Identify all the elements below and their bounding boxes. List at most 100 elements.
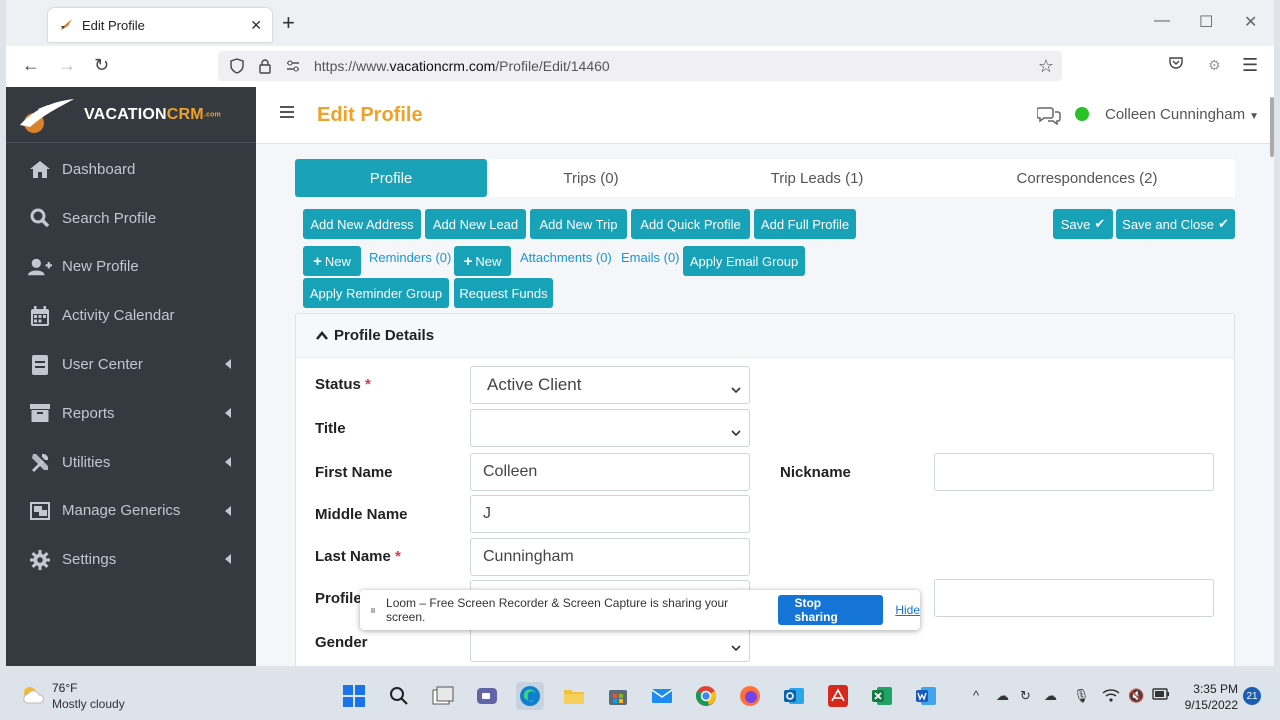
sync-icon[interactable]: ↻ xyxy=(1020,688,1031,704)
title-select[interactable] xyxy=(470,409,750,447)
sidebar-item-new-profile[interactable]: New Profile xyxy=(6,243,256,292)
tab-profile[interactable]: Profile xyxy=(295,159,487,197)
minimize-icon[interactable]: — xyxy=(1154,12,1170,30)
address-bar[interactable]: https://www.vacationcrm.com/Profile/Edit… xyxy=(218,51,1062,81)
profile-details-header[interactable]: Profile Details xyxy=(296,314,1234,358)
tab-title: Edit Profile xyxy=(82,17,145,33)
hamburger-menu-icon[interactable] xyxy=(280,105,294,121)
chrome-icon[interactable] xyxy=(692,682,720,710)
sidebar-item-manage-generics[interactable]: Manage Generics xyxy=(6,487,256,536)
save-and-close-button[interactable]: Save and Close ✔ xyxy=(1116,209,1235,239)
file-explorer-icon[interactable] xyxy=(560,682,588,710)
add-quick-profile-button[interactable]: Add Quick Profile xyxy=(631,209,750,239)
sidebar-item-label: Reports xyxy=(62,404,115,422)
emails-link[interactable]: Emails (0) xyxy=(621,250,680,265)
new-attachment-button[interactable]: + New xyxy=(454,246,511,276)
excel-icon[interactable] xyxy=(868,682,896,710)
user-menu[interactable]: Colleen Cunningham ▼ xyxy=(1105,106,1259,123)
first-name-field[interactable]: Colleen xyxy=(470,453,750,491)
volume-muted-icon[interactable]: 🔇 xyxy=(1128,688,1144,704)
search-taskbar-icon[interactable] xyxy=(385,682,413,710)
sidebar-item-dashboard[interactable]: Dashboard xyxy=(6,145,256,194)
secondary-field[interactable] xyxy=(934,579,1214,617)
tab-trip-leads[interactable]: Trip Leads (1) xyxy=(695,159,939,197)
onedrive-cloud-icon[interactable]: ☁ xyxy=(996,688,1009,704)
sidebar-item-utilities[interactable]: Utilities xyxy=(6,438,256,487)
system-clock[interactable]: 3:35 PM 9/15/2022 xyxy=(1180,681,1238,713)
search-icon xyxy=(28,207,52,229)
sidebar-item-reports[interactable]: Reports xyxy=(6,389,256,438)
attachments-link[interactable]: Attachments (0) xyxy=(520,250,612,265)
notification-badge[interactable]: 21 xyxy=(1243,687,1261,705)
hide-link[interactable]: Hide xyxy=(895,603,920,617)
close-window-icon[interactable]: ✕ xyxy=(1244,12,1257,32)
sidebar-item-label: Activity Calendar xyxy=(62,307,175,325)
browser-tab[interactable]: Edit Profile ✕ xyxy=(48,8,272,42)
status-select[interactable]: Active Client xyxy=(470,366,750,404)
profile-details-title: Profile Details xyxy=(334,327,435,344)
cloud-upload-icon[interactable]: ☁ xyxy=(1044,688,1057,704)
outlook-icon[interactable] xyxy=(780,682,808,710)
save-button[interactable]: Save ✔ xyxy=(1053,209,1113,239)
back-icon[interactable]: ← xyxy=(22,55,40,75)
microsoft-store-icon[interactable] xyxy=(604,682,632,710)
object-group-icon xyxy=(28,500,52,522)
drag-handle-icon[interactable]: ⏸ xyxy=(370,603,376,618)
request-funds-button[interactable]: Request Funds xyxy=(454,278,553,308)
brand[interactable]: VACATIONCRM.com xyxy=(6,87,256,143)
add-full-profile-button[interactable]: Add Full Profile xyxy=(754,209,856,239)
extension-icon[interactable]: ⚙ xyxy=(1208,55,1221,75)
new-reminder-button[interactable]: + New xyxy=(303,246,361,276)
add-new-address-button[interactable]: Add New Address xyxy=(303,209,421,239)
middle-name-field[interactable]: J xyxy=(470,495,750,533)
pocket-icon[interactable] xyxy=(1168,55,1184,77)
firefox-icon[interactable] xyxy=(736,682,764,710)
show-hidden-icons-icon[interactable]: ^ xyxy=(973,688,979,703)
browser-menu-icon[interactable]: ☰ xyxy=(1242,55,1258,75)
stop-sharing-button[interactable]: Stop sharing xyxy=(778,595,884,625)
sidebar-item-settings[interactable]: Settings xyxy=(6,535,256,584)
edge-browser-icon[interactable] xyxy=(516,682,544,710)
tab-correspondences[interactable]: Correspondences (2) xyxy=(939,159,1235,197)
sidebar-item-activity-calendar[interactable]: Activity Calendar xyxy=(6,291,256,340)
close-tab-icon[interactable]: ✕ xyxy=(250,17,262,34)
acrobat-icon[interactable] xyxy=(824,682,852,710)
add-new-trip-button[interactable]: Add New Trip xyxy=(530,209,627,239)
wifi-icon[interactable] xyxy=(1102,688,1120,705)
reload-icon[interactable]: ↻ xyxy=(94,55,109,75)
battery-icon[interactable] xyxy=(1152,688,1170,703)
permissions-icon[interactable] xyxy=(284,59,302,73)
page-scrollbar[interactable] xyxy=(1270,97,1274,157)
lock-icon[interactable] xyxy=(256,58,274,74)
plus-icon: + xyxy=(313,252,322,270)
word-icon[interactable] xyxy=(912,682,940,710)
apply-email-group-button[interactable]: Apply Email Group xyxy=(683,246,805,276)
taskbar: 76°F Mostly cloudy ^ ☁ ↻ ☁ 🎙 🔇 3:35 PM 9… xyxy=(0,672,1280,720)
sidebar-item-user-center[interactable]: User Center xyxy=(6,340,256,389)
teams-chat-icon[interactable] xyxy=(473,682,501,710)
windows-start-icon[interactable] xyxy=(340,682,368,710)
add-new-lead-button[interactable]: Add New Lead xyxy=(425,209,526,239)
forward-icon[interactable]: → xyxy=(58,55,76,75)
microphone-icon[interactable]: 🎙 xyxy=(1073,688,1090,704)
browser-navbar: ← → ↻ https://www.vacationcrm.com/Profil… xyxy=(6,46,1274,86)
last-name-field[interactable]: Cunningham xyxy=(470,538,750,576)
reminders-link[interactable]: Reminders (0) xyxy=(369,250,451,265)
status-label-text: Status xyxy=(315,376,361,393)
nickname-field[interactable] xyxy=(934,453,1214,491)
new-tab-icon[interactable]: + xyxy=(282,12,295,34)
brand-name-accent: CRM xyxy=(166,105,204,123)
task-view-icon[interactable] xyxy=(429,682,457,710)
sidebar-item-label: Settings xyxy=(62,551,117,569)
weather-widget[interactable]: 76°F Mostly cloudy xyxy=(20,680,125,712)
apply-reminder-group-button[interactable]: Apply Reminder Group xyxy=(303,278,449,308)
bookmark-star-icon[interactable]: ☆ xyxy=(1038,56,1054,77)
home-icon xyxy=(28,158,52,180)
sidebar-item-search-profile[interactable]: Search Profile xyxy=(6,194,256,243)
chat-icon[interactable] xyxy=(1036,105,1061,128)
mail-icon[interactable] xyxy=(648,682,676,710)
brand-name-suffix: .com xyxy=(203,110,221,118)
maximize-icon[interactable]: ☐ xyxy=(1199,12,1213,32)
shield-icon[interactable] xyxy=(228,58,246,74)
tab-trips[interactable]: Trips (0) xyxy=(487,159,695,197)
